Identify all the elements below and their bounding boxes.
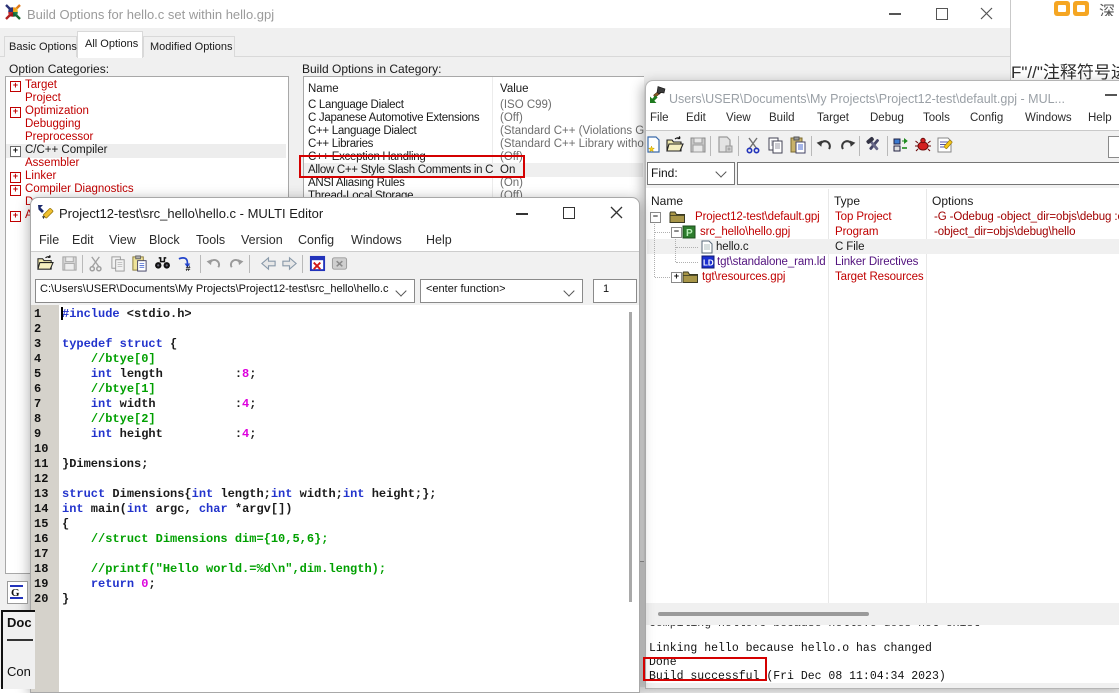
svg-text:P: P — [686, 228, 693, 239]
svg-text:#: # — [186, 264, 191, 272]
svg-text:LD: LD — [703, 259, 714, 268]
